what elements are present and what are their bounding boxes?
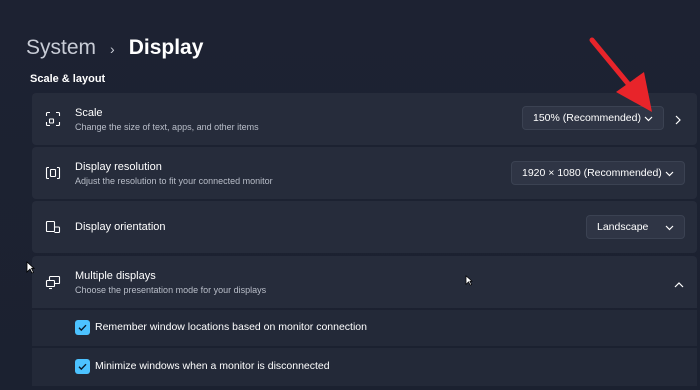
scale-icon: [44, 110, 62, 128]
resolution-icon: [44, 164, 62, 182]
display-resolution-setting[interactable]: Display resolution Adjust the resolution…: [32, 147, 697, 199]
display-orientation-setting[interactable]: Display orientation Landscape: [32, 201, 697, 253]
multiple-displays-title: Multiple displays: [75, 270, 156, 282]
minimize-windows-option[interactable]: Minimize windows when a monitor is disco…: [32, 348, 697, 386]
orientation-icon: [44, 218, 62, 236]
mouse-cursor-icon: [26, 261, 36, 279]
section-title: Scale & layout: [30, 73, 106, 85]
multiple-displays-icon: [44, 273, 62, 291]
scale-description: Change the size of text, apps, and other…: [75, 122, 259, 132]
mouse-cursor-icon: [465, 273, 473, 291]
minimize-windows-label: Minimize windows when a monitor is disco…: [95, 360, 330, 372]
breadcrumb-system[interactable]: System: [26, 36, 96, 60]
resolution-title: Display resolution: [75, 161, 162, 173]
minimize-windows-checkbox[interactable]: [75, 359, 90, 374]
scale-title: Scale: [75, 107, 103, 119]
resolution-dropdown-value: 1920 × 1080 (Recommended): [522, 167, 662, 179]
remember-window-locations-label: Remember window locations based on monit…: [95, 321, 367, 333]
settings-page: System › Display Scale & layout Scale Ch…: [0, 0, 700, 390]
chevron-up-icon[interactable]: [673, 277, 685, 295]
multiple-displays-description: Choose the presentation mode for your di…: [75, 285, 267, 295]
remember-window-locations-checkbox[interactable]: [75, 320, 90, 335]
multiple-displays-setting[interactable]: Multiple displays Choose the presentatio…: [32, 256, 697, 308]
breadcrumb-separator: ›: [110, 41, 115, 57]
annotation-arrow-icon: [586, 36, 658, 121]
chevron-right-icon[interactable]: [673, 113, 683, 131]
chevron-down-icon: [664, 168, 675, 182]
orientation-dropdown[interactable]: Landscape: [586, 215, 685, 239]
orientation-title: Display orientation: [75, 221, 166, 233]
resolution-description: Adjust the resolution to fit your connec…: [75, 176, 273, 186]
chevron-down-icon: [664, 222, 675, 236]
orientation-dropdown-value: Landscape: [597, 221, 649, 233]
breadcrumb: System › Display: [26, 36, 203, 60]
page-title: Display: [128, 36, 204, 59]
remember-window-locations-option[interactable]: Remember window locations based on monit…: [32, 310, 697, 346]
resolution-dropdown[interactable]: 1920 × 1080 (Recommended): [511, 161, 685, 185]
